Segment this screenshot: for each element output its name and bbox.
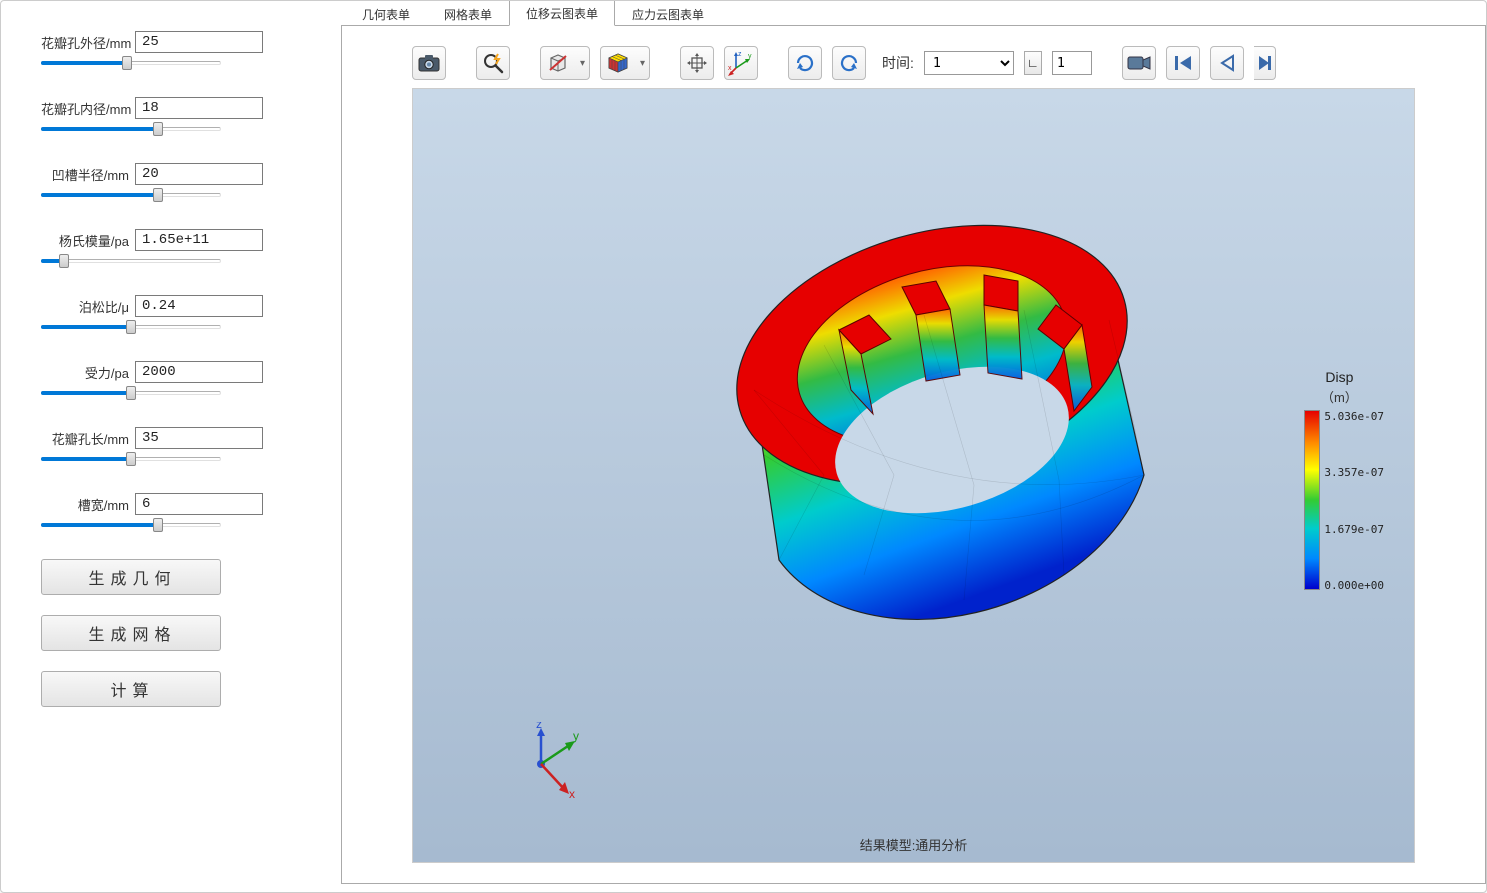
param-slider[interactable] — [41, 125, 221, 135]
param-row: 花瓣孔外径/mm — [41, 31, 301, 69]
viewer-toolbar: zy x 时间: 1 ∟ — [342, 26, 1485, 88]
param-label: 槽宽/mm — [41, 495, 129, 514]
axes-xyz-icon[interactable]: zy x — [724, 46, 758, 80]
svg-text:x: x — [728, 65, 732, 72]
param-row: 凹槽半径/mm — [41, 163, 301, 201]
tab[interactable]: 网格表单 — [427, 1, 509, 26]
colorbar-tick: 3.357e-07 — [1324, 466, 1384, 479]
colorbar-unit: （m） — [1304, 387, 1374, 406]
video-camera-icon[interactable] — [1122, 46, 1156, 80]
param-slider[interactable] — [41, 191, 221, 201]
camera-icon[interactable] — [412, 46, 446, 80]
param-label: 花瓣孔内径/mm — [41, 99, 129, 118]
param-row: 花瓣孔内径/mm — [41, 97, 301, 135]
viewer-caption: 结果模型:通用分析 — [413, 835, 1414, 854]
svg-text:z: z — [738, 51, 742, 58]
colorbar: Disp （m） 5.036e-07 3.357e-07 1.679e-07 0… — [1304, 369, 1384, 592]
param-input[interactable] — [135, 361, 263, 383]
zoom-lightning-icon[interactable] — [476, 46, 510, 80]
tab-bar: 几何表单网格表单位移云图表单应力云图表单 — [341, 1, 1486, 25]
tab[interactable]: 几何表单 — [345, 1, 427, 26]
param-row: 杨氏模量/pa — [41, 229, 301, 267]
move-icon[interactable] — [680, 46, 714, 80]
colorbar-tick: 5.036e-07 — [1324, 410, 1384, 423]
colorbar-tick: 0.000e+00 — [1324, 579, 1384, 592]
param-slider[interactable] — [41, 389, 221, 399]
param-label: 杨氏模量/pa — [41, 231, 129, 250]
simulation-model — [664, 215, 1164, 675]
time-select[interactable]: 1 — [924, 51, 1014, 75]
param-slider[interactable] — [41, 455, 221, 465]
skip-first-icon[interactable] — [1166, 46, 1200, 80]
action-button[interactable]: 生成网格 — [41, 615, 221, 651]
angle-button[interactable]: ∟ — [1024, 51, 1042, 75]
param-slider[interactable] — [41, 521, 221, 531]
tab-panel-displacement: zyx 时间: 1 ∟ — [341, 25, 1486, 884]
svg-text:z: z — [536, 722, 542, 731]
tab[interactable]: 位移云图表单 — [509, 1, 615, 26]
svg-text:y: y — [573, 729, 579, 743]
colorbar-ticks: 5.036e-07 3.357e-07 1.679e-07 0.000e+00 — [1324, 410, 1384, 592]
orientation-triad: z y x — [513, 722, 593, 802]
param-input[interactable] — [135, 493, 263, 515]
param-label: 花瓣孔外径/mm — [41, 33, 129, 52]
param-list: 花瓣孔外径/mm 花瓣孔内径/mm 凹槽半径/mm 杨氏模量/pa — [41, 31, 301, 531]
action-button[interactable]: 生成几何 — [41, 559, 221, 595]
param-row: 花瓣孔长/mm — [41, 427, 301, 465]
param-input[interactable] — [135, 229, 263, 251]
param-input[interactable] — [135, 427, 263, 449]
rotate-ccw-icon[interactable] — [832, 46, 866, 80]
param-row: 受力/pa — [41, 361, 301, 399]
tab[interactable]: 应力云图表单 — [615, 1, 721, 26]
param-slider[interactable] — [41, 257, 221, 267]
param-input[interactable] — [135, 295, 263, 317]
colorbar-title: Disp — [1304, 369, 1374, 385]
parameter-sidebar: 花瓣孔外径/mm 花瓣孔内径/mm 凹槽半径/mm 杨氏模量/pa — [1, 1, 341, 892]
action-buttons: 生成几何生成网格计算 — [41, 559, 301, 707]
param-slider[interactable] — [41, 59, 221, 69]
time-step-input[interactable] — [1052, 51, 1092, 75]
param-input[interactable] — [135, 97, 263, 119]
param-label: 花瓣孔长/mm — [41, 429, 129, 448]
skip-last-icon[interactable] — [1254, 46, 1276, 80]
cube-slash-icon[interactable] — [540, 46, 590, 80]
rubik-cube-icon[interactable] — [600, 46, 650, 80]
result-viewer[interactable]: z y x 结果模型:通用分析 Disp （m） — [412, 88, 1415, 863]
param-input[interactable] — [135, 31, 263, 53]
param-row: 泊松比/μ — [41, 295, 301, 333]
svg-text:x: x — [569, 787, 575, 801]
param-label: 泊松比/μ — [41, 297, 129, 316]
param-row: 槽宽/mm — [41, 493, 301, 531]
skip-prev-icon[interactable] — [1210, 46, 1244, 80]
param-label: 受力/pa — [41, 363, 129, 382]
content-area: 几何表单网格表单位移云图表单应力云图表单 — [341, 1, 1486, 892]
rotate-cw-icon[interactable] — [788, 46, 822, 80]
time-label: 时间: — [882, 53, 914, 73]
param-slider[interactable] — [41, 323, 221, 333]
param-label: 凹槽半径/mm — [41, 165, 129, 184]
action-button[interactable]: 计算 — [41, 671, 221, 707]
param-input[interactable] — [135, 163, 263, 185]
svg-text:y: y — [748, 53, 752, 60]
colorbar-tick: 1.679e-07 — [1324, 523, 1384, 536]
colorbar-gradient — [1304, 410, 1320, 590]
